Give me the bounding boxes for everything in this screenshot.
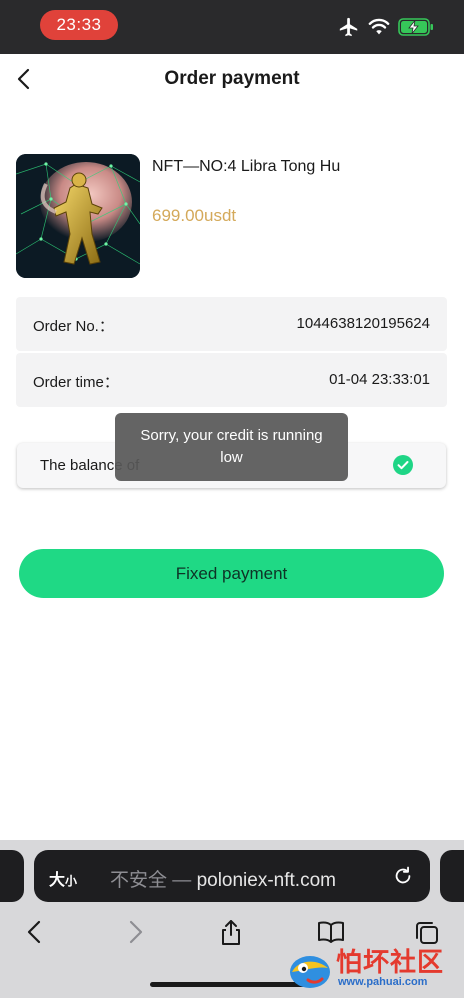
product-name: NFT—NO:4 Libra Tong Hu [152, 158, 341, 175]
status-bar: 23:33 [0, 0, 464, 54]
page-title: Order payment [164, 68, 300, 89]
wifi-icon [368, 18, 390, 35]
reload-icon[interactable] [392, 865, 414, 887]
watermark-text: 怕坏社区 [336, 948, 445, 978]
address-bar[interactable]: 大小 不安全 — poloniex-nft.com [34, 850, 430, 902]
order-time-label: Order time： [33, 374, 119, 391]
text-size-big: 大 [49, 872, 66, 889]
url-domain: poloniex-nft.com [196, 870, 336, 891]
text-size-small: 小 [65, 874, 78, 888]
fixed-payment-button[interactable]: Fixed payment [19, 549, 444, 598]
watermark-url: www.pahuai.com [338, 976, 428, 988]
text-size-button[interactable]: 大小 [49, 866, 77, 890]
product-price: 699.00usdt [152, 206, 237, 225]
next-tab-peek[interactable] [440, 850, 464, 902]
battery-charging-icon [398, 18, 433, 36]
url-display[interactable]: 不安全 — poloniex-nft.com [110, 865, 336, 892]
site-watermark: 怕坏社区 www.pahuai.com [282, 940, 464, 998]
app-header: Order payment [0, 54, 464, 106]
order-number-label: Order No.： [33, 318, 114, 335]
browser-forward-icon[interactable] [122, 918, 148, 946]
browser-back-icon[interactable] [22, 918, 48, 946]
airplane-icon [339, 17, 358, 37]
order-number-row: Order No.： 1044638120195624 [16, 297, 447, 351]
nft-image [16, 154, 140, 278]
order-number-value: 1044638120195624 [296, 315, 430, 332]
status-time: 23:33 [40, 10, 118, 40]
insecure-label: 不安全 — [110, 870, 197, 891]
credit-toast: Sorry, your credit is running low [115, 413, 348, 481]
order-time-row: Order time： 01-04 23:33:01 [16, 353, 447, 407]
previous-tab-peek[interactable] [0, 850, 24, 902]
share-icon[interactable] [218, 918, 244, 946]
order-time-value: 01-04 23:33:01 [329, 371, 430, 388]
watermark-logo-icon [290, 956, 330, 988]
check-icon [393, 455, 413, 475]
